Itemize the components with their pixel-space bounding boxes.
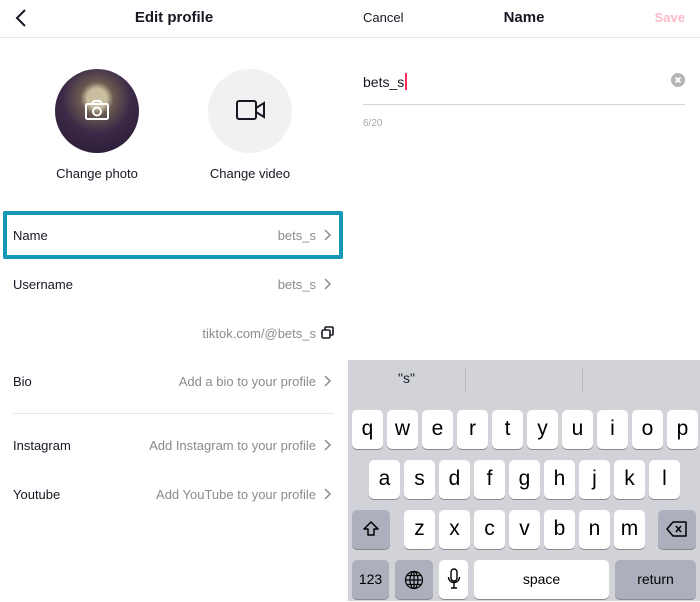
page-title: Edit profile xyxy=(134,9,214,26)
key-z[interactable]: z xyxy=(404,510,435,549)
key-t[interactable]: t xyxy=(492,410,523,449)
youtube-row[interactable]: Youtube Add YouTube to your profile xyxy=(13,483,334,507)
key-y[interactable]: y xyxy=(527,410,558,449)
chevron-right-icon xyxy=(324,229,332,241)
key-m[interactable]: m xyxy=(614,510,645,549)
space-key[interactable]: space xyxy=(474,560,609,599)
name-input-value: bets_s xyxy=(363,74,405,90)
keyboard: "s" 123 space return qwertyuiop asdfghjkl… xyxy=(348,360,700,601)
backspace-icon xyxy=(666,521,687,537)
name-input[interactable]: bets_s xyxy=(363,73,408,90)
profile-link-row[interactable]: tiktok.com/@bets_s xyxy=(13,322,334,346)
suggestion-2[interactable] xyxy=(466,370,583,392)
key-n[interactable]: n xyxy=(579,510,610,549)
microphone-icon xyxy=(447,568,460,589)
instagram-value: Add Instagram to your profile xyxy=(149,438,316,453)
clear-input-button[interactable] xyxy=(671,73,685,87)
return-key[interactable]: return xyxy=(615,560,696,599)
divider xyxy=(13,413,334,414)
bio-label: Bio xyxy=(13,374,32,389)
avatar[interactable] xyxy=(55,69,139,153)
copy-icon[interactable] xyxy=(321,326,334,339)
text-caret xyxy=(405,73,408,90)
key-j[interactable]: j xyxy=(579,460,610,499)
close-icon xyxy=(674,76,682,84)
key-x[interactable]: x xyxy=(439,510,470,549)
camera-icon xyxy=(85,100,109,120)
name-row[interactable]: Name bets_s xyxy=(13,224,334,248)
char-counter: 6/20 xyxy=(363,118,383,129)
instagram-row[interactable]: Instagram Add Instagram to your profile xyxy=(13,434,334,458)
key-i[interactable]: i xyxy=(597,410,628,449)
key-h[interactable]: h xyxy=(544,460,575,499)
globe-key[interactable] xyxy=(395,560,433,599)
key-s[interactable]: s xyxy=(404,460,435,499)
name-value: bets_s xyxy=(277,228,316,243)
profile-link: tiktok.com/@bets_s xyxy=(202,326,316,341)
edit-profile-panel: Edit profile Change photo Change video N… xyxy=(0,0,348,601)
key-o[interactable]: o xyxy=(632,410,663,449)
key-c[interactable]: c xyxy=(474,510,505,549)
bio-row[interactable]: Bio Add a bio to your profile xyxy=(13,370,334,394)
chevron-right-icon xyxy=(324,439,332,451)
username-row[interactable]: Username bets_s xyxy=(13,273,334,297)
instagram-label: Instagram xyxy=(13,438,71,453)
youtube-value: Add YouTube to your profile xyxy=(156,487,316,502)
name-edit-panel: Cancel Name Save bets_s 6/20 "s" 123 spa… xyxy=(348,0,700,601)
key-r[interactable]: r xyxy=(457,410,488,449)
username-value: bets_s xyxy=(277,277,316,292)
key-g[interactable]: g xyxy=(509,460,540,499)
globe-icon xyxy=(404,570,424,590)
change-video-label[interactable]: Change video xyxy=(190,166,310,181)
chevron-right-icon xyxy=(324,375,332,387)
key-k[interactable]: k xyxy=(614,460,645,499)
youtube-label: Youtube xyxy=(13,487,61,502)
key-f[interactable]: f xyxy=(474,460,505,499)
key-q[interactable]: q xyxy=(352,410,383,449)
chevron-right-icon xyxy=(324,488,332,500)
key-d[interactable]: d xyxy=(439,460,470,499)
edit-profile-header: Edit profile xyxy=(0,0,348,38)
key-e[interactable]: e xyxy=(422,410,453,449)
shift-key[interactable] xyxy=(352,510,390,549)
video-camera-icon xyxy=(236,100,265,120)
key-p[interactable]: p xyxy=(667,410,698,449)
shift-icon xyxy=(363,521,379,536)
key-w[interactable]: w xyxy=(387,410,418,449)
name-edit-header: Cancel Name Save xyxy=(348,0,700,38)
key-u[interactable]: u xyxy=(562,410,593,449)
microphone-key[interactable] xyxy=(439,560,468,599)
key-v[interactable]: v xyxy=(509,510,540,549)
input-underline xyxy=(363,104,685,105)
save-button[interactable]: Save xyxy=(655,10,685,25)
page-title: Name xyxy=(503,9,545,26)
key-b[interactable]: b xyxy=(544,510,575,549)
suggestion-3[interactable] xyxy=(583,370,700,392)
key-a[interactable]: a xyxy=(369,460,400,499)
username-label: Username xyxy=(13,277,73,292)
numbers-key[interactable]: 123 xyxy=(352,560,389,599)
change-photo-label[interactable]: Change photo xyxy=(37,166,157,181)
suggestion-1[interactable]: "s" xyxy=(348,370,465,392)
backspace-key[interactable] xyxy=(658,510,696,549)
change-video-button[interactable] xyxy=(208,69,292,153)
chevron-right-icon xyxy=(324,278,332,290)
name-label: Name xyxy=(13,228,48,243)
key-l[interactable]: l xyxy=(649,460,680,499)
bio-value: Add a bio to your profile xyxy=(178,374,316,389)
